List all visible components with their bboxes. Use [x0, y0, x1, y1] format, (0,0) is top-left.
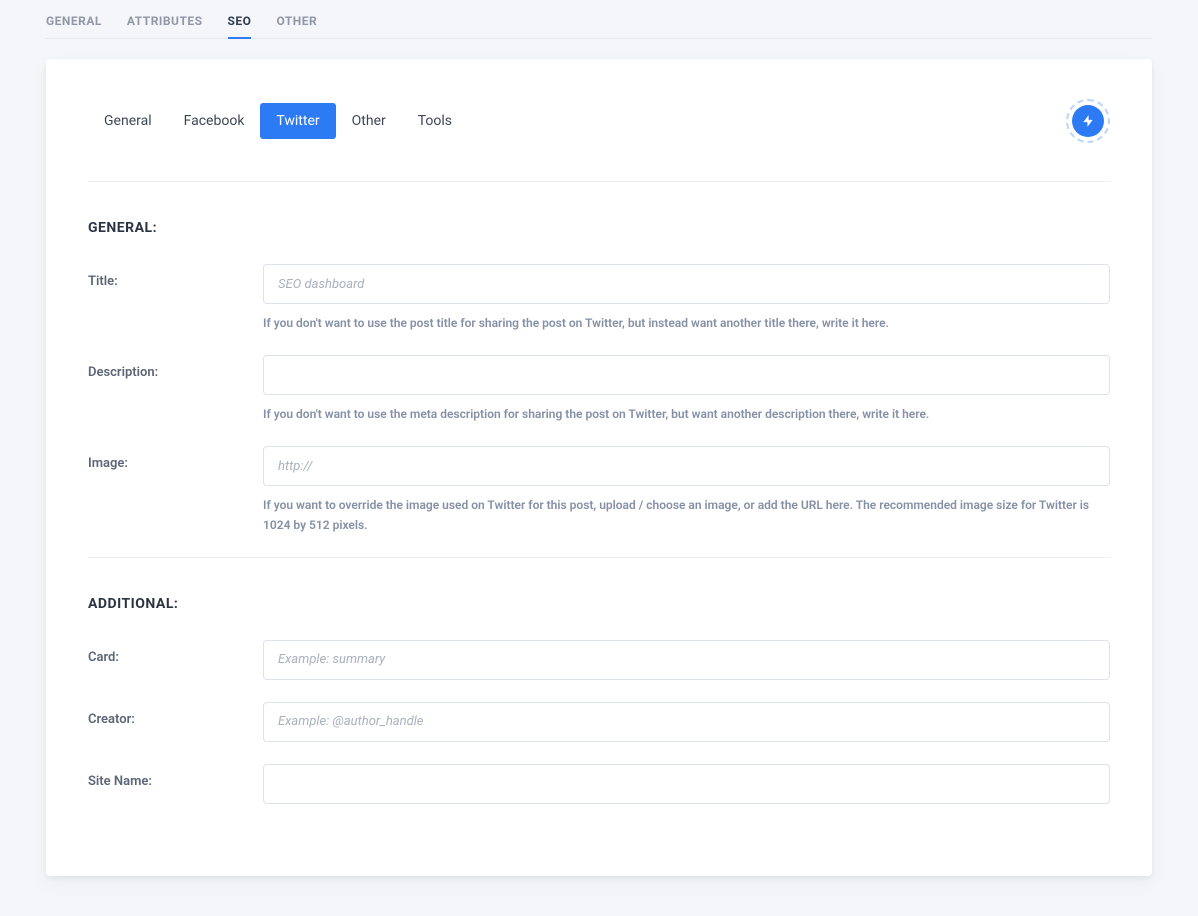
description-input[interactable]	[263, 355, 1110, 395]
tab-other[interactable]: OTHER	[276, 14, 327, 38]
tab-seo[interactable]: SEO	[228, 14, 262, 38]
additional-heading: ADDITIONAL:	[88, 596, 1110, 612]
top-tabs: GENERAL ATTRIBUTES SEO OTHER	[46, 0, 1152, 39]
inner-tab-general[interactable]: General	[88, 103, 168, 139]
image-label: Image:	[88, 446, 263, 534]
inner-tab-twitter[interactable]: Twitter	[260, 103, 335, 139]
description-help: If you don't want to use the meta descri…	[263, 405, 1110, 424]
sitename-label: Site Name:	[88, 764, 263, 804]
card-input[interactable]	[263, 640, 1110, 680]
bolt-button[interactable]	[1066, 99, 1110, 143]
title-help: If you don't want to use the post title …	[263, 314, 1110, 333]
general-heading: GENERAL:	[88, 220, 1110, 236]
image-input[interactable]	[263, 446, 1110, 486]
image-help: If you want to override the image used o…	[263, 496, 1110, 534]
inner-tabs: General Facebook Twitter Other Tools	[88, 103, 468, 139]
inner-tab-facebook[interactable]: Facebook	[168, 103, 261, 139]
tab-general[interactable]: GENERAL	[46, 14, 112, 38]
title-input[interactable]	[263, 264, 1110, 304]
section-divider	[88, 557, 1110, 558]
title-label: Title:	[88, 264, 263, 333]
inner-tab-tools[interactable]: Tools	[402, 103, 468, 139]
card-label: Card:	[88, 640, 263, 680]
inner-tab-other[interactable]: Other	[336, 103, 402, 139]
bolt-icon	[1072, 105, 1104, 137]
sitename-input[interactable]	[263, 764, 1110, 804]
creator-label: Creator:	[88, 702, 263, 742]
seo-card: General Facebook Twitter Other Tools GEN…	[46, 59, 1152, 876]
description-label: Description:	[88, 355, 263, 424]
creator-input[interactable]	[263, 702, 1110, 742]
tab-attributes[interactable]: ATTRIBUTES	[127, 14, 213, 38]
